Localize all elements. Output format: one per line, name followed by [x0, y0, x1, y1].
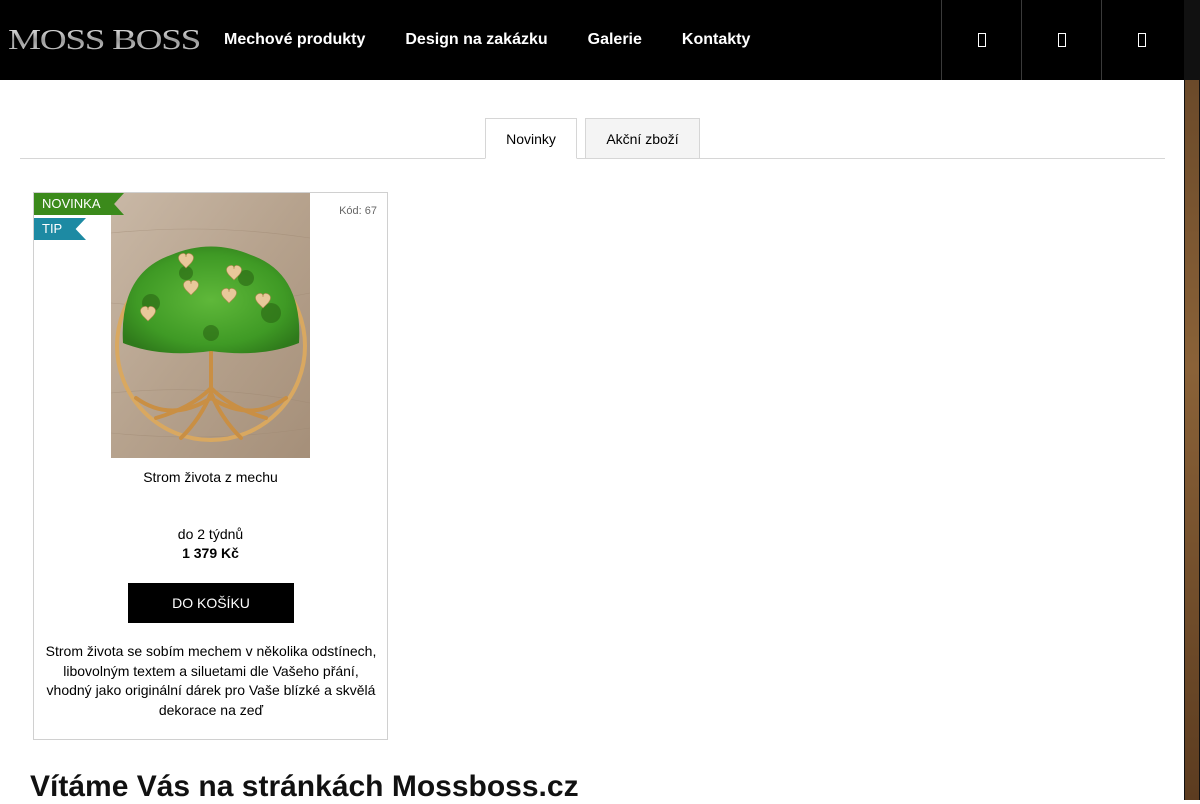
tip-badge: TIP	[34, 218, 86, 240]
logo[interactable]: MOSS BOSS	[8, 24, 202, 56]
site-header: MOSS BOSS Mechové produkty Design na zak…	[0, 0, 1184, 80]
search-button[interactable]	[941, 0, 1021, 80]
product-image[interactable]	[111, 193, 310, 458]
svg-text:MOSS BOSS: MOSS BOSS	[8, 25, 200, 56]
cart-icon	[1137, 33, 1146, 47]
nav-item-moss-products[interactable]: Mechové produkty	[224, 31, 365, 49]
tab-sale[interactable]: Akční zboží	[585, 118, 700, 159]
tab-news[interactable]: Novinky	[485, 118, 577, 159]
product-card: NOVINKA TIP Kód: 67 Strom života z mechu…	[33, 192, 388, 740]
page-scrollbar[interactable]	[1184, 0, 1200, 800]
price: 1 379 Kč	[182, 545, 239, 561]
user-button[interactable]	[1021, 0, 1101, 80]
product-description: Strom života se sobím mechem v několika …	[45, 643, 377, 718]
nav-item-contacts[interactable]: Kontakty	[682, 31, 750, 49]
main-nav: Mechové produkty Design na zakázku Galer…	[224, 0, 790, 80]
new-badge: NOVINKA	[34, 193, 124, 215]
cart-button[interactable]	[1101, 0, 1181, 80]
product-code: Kód: 67	[339, 205, 377, 217]
add-to-cart-button[interactable]: DO KOŠÍKU	[128, 583, 294, 623]
product-name[interactable]: Strom života z mechu	[34, 469, 387, 485]
welcome-heading: Vítáme Vás na stránkách Mossboss.cz	[30, 770, 579, 803]
logo-wordmark: MOSS BOSS	[8, 25, 201, 56]
header-icons	[941, 0, 1181, 80]
availability: do 2 týdnů	[177, 526, 244, 542]
nav-item-custom-design[interactable]: Design na zakázku	[405, 31, 547, 49]
user-icon	[1057, 33, 1066, 47]
scrollbar-thumb[interactable]	[1185, 80, 1199, 800]
search-icon	[977, 33, 986, 47]
nav-item-gallery[interactable]: Galerie	[588, 31, 642, 49]
